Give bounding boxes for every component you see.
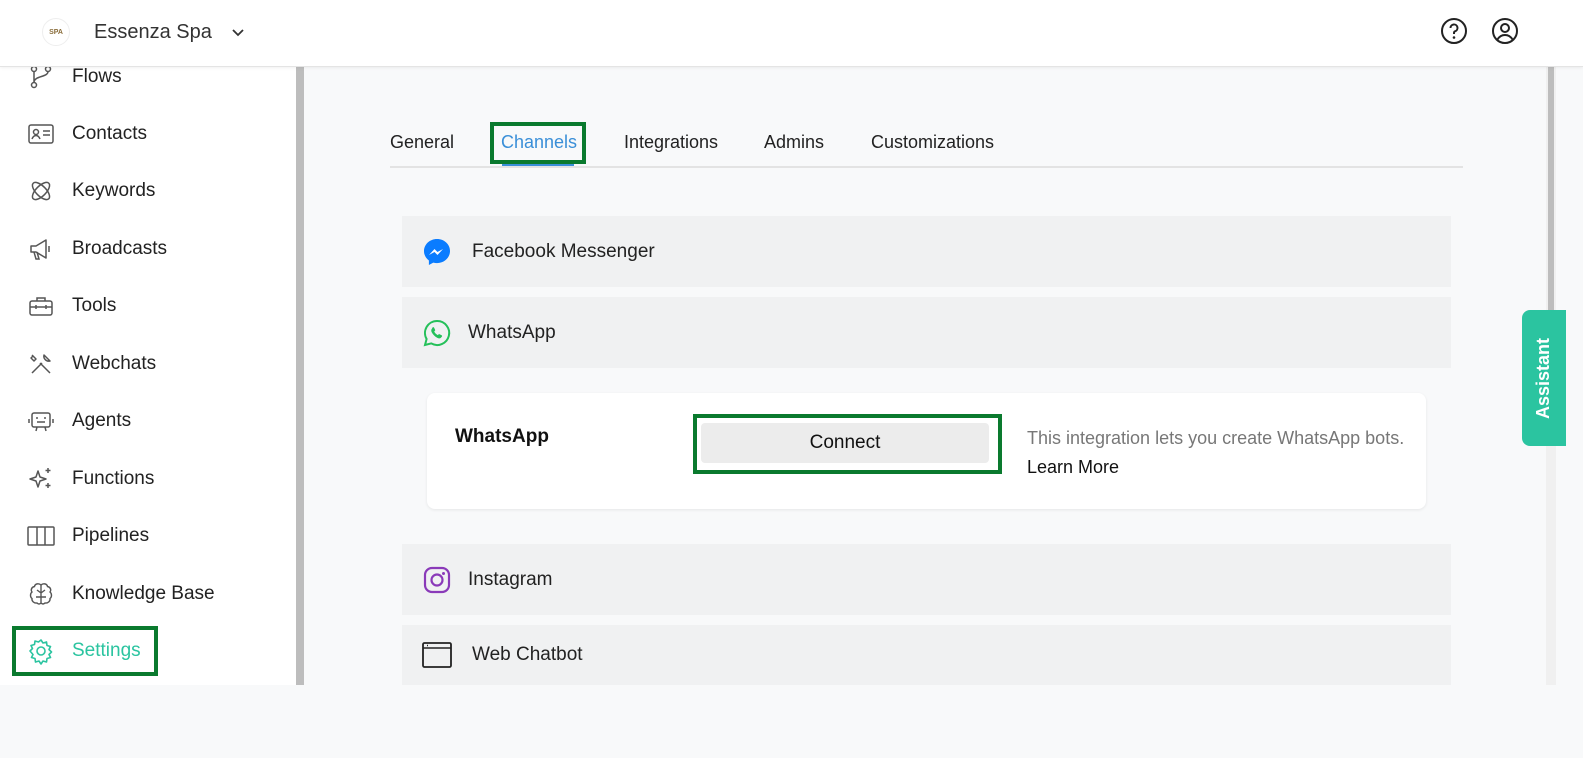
sidebar-item-label: Functions (72, 468, 155, 489)
contact-card-icon (28, 124, 54, 144)
learn-more-link[interactable]: Learn More (1027, 457, 1119, 477)
connect-button[interactable]: Connect (701, 423, 989, 463)
description-text: This integration lets you create WhatsAp… (1027, 428, 1405, 448)
user-account-icon[interactable] (1491, 17, 1519, 45)
brain-icon (29, 583, 53, 605)
sidebar-item-label: Tools (72, 295, 117, 316)
tab-integrations[interactable]: Integrations (624, 132, 718, 153)
org-name[interactable]: Essenza Spa (94, 21, 212, 44)
instagram-icon (423, 566, 451, 593)
help-icon[interactable] (1440, 17, 1468, 45)
sparkles-icon (29, 468, 51, 488)
tab-customizations[interactable]: Customizations (871, 132, 994, 153)
tab-admins[interactable]: Admins (764, 132, 824, 153)
sidebar-item-knowledge-base[interactable]: Knowledge Base (0, 574, 290, 614)
channel-label: Facebook Messenger (472, 240, 655, 262)
channel-web-chatbot[interactable]: Web Chatbot (402, 625, 1451, 685)
sidebar-item-label: Knowledge Base (72, 583, 215, 604)
messenger-icon (424, 238, 450, 265)
top-bar: SPA Essenza Spa (0, 0, 1583, 67)
channel-instagram[interactable]: Instagram (402, 544, 1451, 615)
sidebar-item-flows[interactable]: Flows (0, 67, 290, 97)
sidebar-item-broadcasts[interactable]: Broadcasts (0, 229, 290, 269)
sidebar-item-label: Contacts (72, 123, 147, 144)
sidebar-item-label: Keywords (72, 180, 156, 201)
org-logo[interactable]: SPA (42, 18, 70, 46)
sidebar: Flows Contacts Keywords Broadcasts Tools… (0, 67, 296, 685)
settings-highlight-box (12, 626, 158, 676)
sidebar-item-label: Webchats (72, 353, 157, 374)
agent-icon (28, 412, 54, 432)
whatsapp-card-title: WhatsApp (455, 426, 549, 447)
whatsapp-card-description: This integration lets you create WhatsAp… (1027, 424, 1407, 482)
logo-text: SPA (49, 28, 63, 36)
keywords-icon (31, 181, 51, 201)
assistant-tab[interactable]: Assistant (1522, 310, 1566, 446)
sidebar-item-tools[interactable]: Tools (0, 286, 290, 326)
channel-label: WhatsApp (468, 321, 556, 343)
sidebar-item-contacts[interactable]: Contacts (0, 114, 290, 154)
channel-label: Web Chatbot (472, 644, 583, 665)
sidebar-scrollbar[interactable] (296, 67, 304, 685)
scrollbar-thumb[interactable] (1548, 67, 1554, 317)
chevron-down-icon[interactable] (230, 24, 246, 40)
sidebar-item-label: Broadcasts (72, 238, 168, 259)
channel-whatsapp[interactable]: WhatsApp (402, 297, 1451, 368)
sidebar-item-label: Agents (72, 410, 132, 431)
channel-facebook-messenger[interactable]: Facebook Messenger (402, 216, 1451, 287)
browser-window-icon (422, 642, 452, 668)
flows-icon (30, 67, 52, 89)
toolbox-icon (29, 297, 53, 316)
assistant-label: Assistant (1533, 337, 1554, 419)
channels-tab-highlight-box (490, 122, 586, 164)
sidebar-item-functions[interactable]: Functions (0, 459, 290, 499)
whatsapp-icon (423, 319, 451, 346)
sidebar-item-keywords[interactable]: Keywords (0, 171, 290, 211)
sidebar-item-agents[interactable]: Agents (0, 401, 290, 441)
tools-wrench-icon (30, 354, 51, 374)
sidebar-item-label: Flows (72, 67, 122, 87)
sidebar-item-pipelines[interactable]: Pipelines (0, 516, 290, 556)
channel-label: Instagram (468, 568, 553, 590)
tab-general[interactable]: General (390, 132, 454, 153)
sidebar-item-webchats[interactable]: Webchats (0, 344, 290, 384)
megaphone-icon (30, 239, 50, 260)
sidebar-item-label: Pipelines (72, 525, 150, 546)
columns-icon (27, 526, 55, 546)
